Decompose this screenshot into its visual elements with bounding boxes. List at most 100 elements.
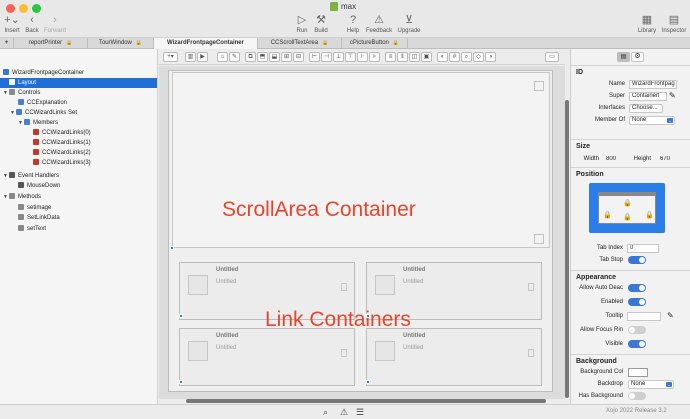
library-button[interactable]: ▦ Library xyxy=(636,14,658,34)
zoom-window-button[interactable] xyxy=(32,4,41,13)
build-button[interactable]: ⚒ Build xyxy=(312,14,330,34)
lock-top-icon[interactable]: 🔒 xyxy=(623,199,632,207)
nav-item-ccexplanation[interactable]: CCExplanation xyxy=(18,98,67,108)
nav-item-link-0[interactable]: CCWizardLinks(0) xyxy=(33,128,91,138)
lock-right-icon[interactable]: 🔒 xyxy=(645,211,654,219)
selection-handle[interactable] xyxy=(366,380,370,384)
layout-mode-icon[interactable]: ▥ xyxy=(185,52,196,62)
backdrop-select[interactable]: None ⌄ xyxy=(628,380,674,389)
nav-item-setimage[interactable]: setimage xyxy=(18,203,51,213)
feedback-button[interactable]: ⚠ Feedback xyxy=(364,14,394,34)
tab-reportprinter[interactable]: reportPrinter 🔒 xyxy=(14,38,88,49)
nav-item-links-set[interactable]: ▼ CCWizardLinks Set xyxy=(10,108,77,118)
selection-handle[interactable] xyxy=(179,314,183,318)
align-left-icon[interactable]: ⊢ xyxy=(309,52,320,62)
order-backward-icon[interactable]: ⊟ xyxy=(293,52,304,62)
zoom-icon[interactable]: ⌕ xyxy=(461,52,472,62)
lock-icon: 🔒 xyxy=(322,40,329,46)
messages-icon[interactable]: ☰ xyxy=(356,407,364,418)
allow-focus-ring-toggle[interactable] xyxy=(628,326,646,334)
close-window-button[interactable] xyxy=(6,4,15,13)
pencil-icon[interactable]: ✎ xyxy=(667,311,674,320)
back-button[interactable]: ‹ Back xyxy=(24,14,40,34)
allow-auto-deactivate-toggle[interactable] xyxy=(628,284,646,292)
vertical-scrollbar[interactable] xyxy=(565,100,569,398)
order-front-icon[interactable]: ⬒ xyxy=(257,52,268,62)
order-forward-icon[interactable]: ⊞ xyxy=(281,52,292,62)
tab-cpicturebutton[interactable]: cPictureButton 🔒 xyxy=(342,38,408,49)
nav-item-mousedown[interactable]: MouseDown xyxy=(18,181,60,191)
nav-item-root[interactable]: WizardFrontpageContainer xyxy=(3,68,84,78)
view-icon[interactable]: ◐ xyxy=(437,52,448,62)
display-icon[interactable]: ▭ xyxy=(545,52,559,62)
super-field[interactable]: Containerl xyxy=(629,92,667,101)
name-field[interactable]: WizardFrontpag xyxy=(629,80,677,89)
search-icon[interactable]: ⌕ xyxy=(323,407,328,418)
minimize-window-button[interactable] xyxy=(19,4,28,13)
edit-icon[interactable]: ✎ xyxy=(229,52,240,62)
help-button[interactable]: ? Help xyxy=(345,14,361,34)
align-right-icon[interactable]: ⊥ xyxy=(333,52,344,62)
height-field[interactable]: 670 xyxy=(657,155,679,164)
has-background-toggle[interactable] xyxy=(628,392,646,400)
tab-stop-toggle[interactable] xyxy=(628,256,646,264)
align-top-icon[interactable]: ⊤ xyxy=(345,52,356,62)
tab-index-field[interactable]: 0 xyxy=(627,244,659,253)
size-icon[interactable]: ◫ xyxy=(409,52,420,62)
insert-button[interactable]: +⌄ Insert xyxy=(4,14,20,34)
member-of-select[interactable]: None ⌄ xyxy=(629,116,675,125)
position-frame: 🔒 🔒 🔒 🔒 xyxy=(598,192,656,224)
nav-item-link-2[interactable]: CCWizardLinks(2) xyxy=(33,148,91,158)
tooltip-field[interactable] xyxy=(627,312,661,321)
distribute-h-icon[interactable]: ≡ xyxy=(385,52,396,62)
tab-wizardfrontpagecontainer[interactable]: WizardFrontpageContainer xyxy=(154,38,258,49)
group-icon[interactable]: ⧉ xyxy=(245,52,256,62)
selection-handle[interactable] xyxy=(366,314,370,318)
selection-handle[interactable] xyxy=(179,380,183,384)
inspector-button[interactable]: ▤ Inspector xyxy=(660,14,688,34)
warning-icon[interactable]: ⚠ xyxy=(340,407,348,418)
preview-mode-icon[interactable]: ▶ xyxy=(197,52,208,62)
shape-icon[interactable]: ◇ xyxy=(473,52,484,62)
align-middle-icon[interactable]: ⊦ xyxy=(357,52,368,62)
nav-item-event-handlers[interactable]: ▼ Event Handlers xyxy=(3,171,59,181)
nav-item-methods[interactable]: ▼ Methods xyxy=(3,192,41,202)
horizontal-scrollbar[interactable] xyxy=(186,399,546,403)
nav-item-setlinkdata[interactable]: SetLinkData xyxy=(18,213,60,223)
align-bottom-icon[interactable]: ⊧ xyxy=(369,52,380,62)
upgrade-button[interactable]: ⊻ Upgrade xyxy=(396,14,422,34)
width-field[interactable]: 800 xyxy=(603,155,623,164)
grid-icon[interactable]: # xyxy=(449,52,460,62)
link-container-3[interactable]: Untitled Untitled xyxy=(366,328,542,386)
interfaces-choose-button[interactable]: Choose... xyxy=(629,104,663,113)
run-button[interactable]: ▷ Run xyxy=(295,14,309,34)
tab-tourwindow[interactable]: TourWindow 🔒 xyxy=(88,38,154,49)
enabled-toggle[interactable] xyxy=(628,298,646,306)
pencil-icon[interactable]: ✎ xyxy=(669,91,676,100)
tab-ccscrolltextarea[interactable]: CCScrollTextArea 🔒 xyxy=(258,38,342,49)
visible-toggle[interactable] xyxy=(628,340,646,348)
gear-icon[interactable]: ⚙ xyxy=(631,52,644,62)
lock-control-icon[interactable]: ⌂ xyxy=(217,52,228,62)
align-center-icon[interactable]: ⊣ xyxy=(321,52,332,62)
properties-tab-icon[interactable]: ▤ xyxy=(617,52,630,62)
nav-item-link-3[interactable]: CCWizardLinks(3) xyxy=(33,158,91,168)
position-locking-widget[interactable]: 🔒 🔒 🔒 🔒 xyxy=(589,183,665,233)
background-color-swatch[interactable] xyxy=(628,368,648,377)
forward-button[interactable]: › Forward xyxy=(44,14,66,34)
order-back-icon[interactable]: ⬓ xyxy=(269,52,280,62)
tab-add[interactable]: + xyxy=(0,38,14,49)
add-control-icon[interactable]: +▾ xyxy=(163,52,178,62)
nav-item-settext[interactable]: setText xyxy=(18,224,46,234)
link-container-2[interactable]: Untitled Untitled xyxy=(179,328,355,386)
theme-icon[interactable]: ◑ xyxy=(485,52,496,62)
selection-handle[interactable] xyxy=(170,246,174,250)
nav-item-link-1[interactable]: CCWizardLinks(1) xyxy=(33,138,91,148)
fill-icon[interactable]: ▣ xyxy=(421,52,432,62)
nav-item-members[interactable]: ▼ Members xyxy=(18,118,58,128)
lock-bottom-icon[interactable]: 🔒 xyxy=(623,213,632,221)
lock-left-icon[interactable]: 🔒 xyxy=(603,211,612,219)
nav-item-layout[interactable]: Layout xyxy=(0,78,157,88)
nav-item-controls[interactable]: ▼ Controls xyxy=(3,88,40,98)
distribute-v-icon[interactable]: ‖ xyxy=(397,52,408,62)
